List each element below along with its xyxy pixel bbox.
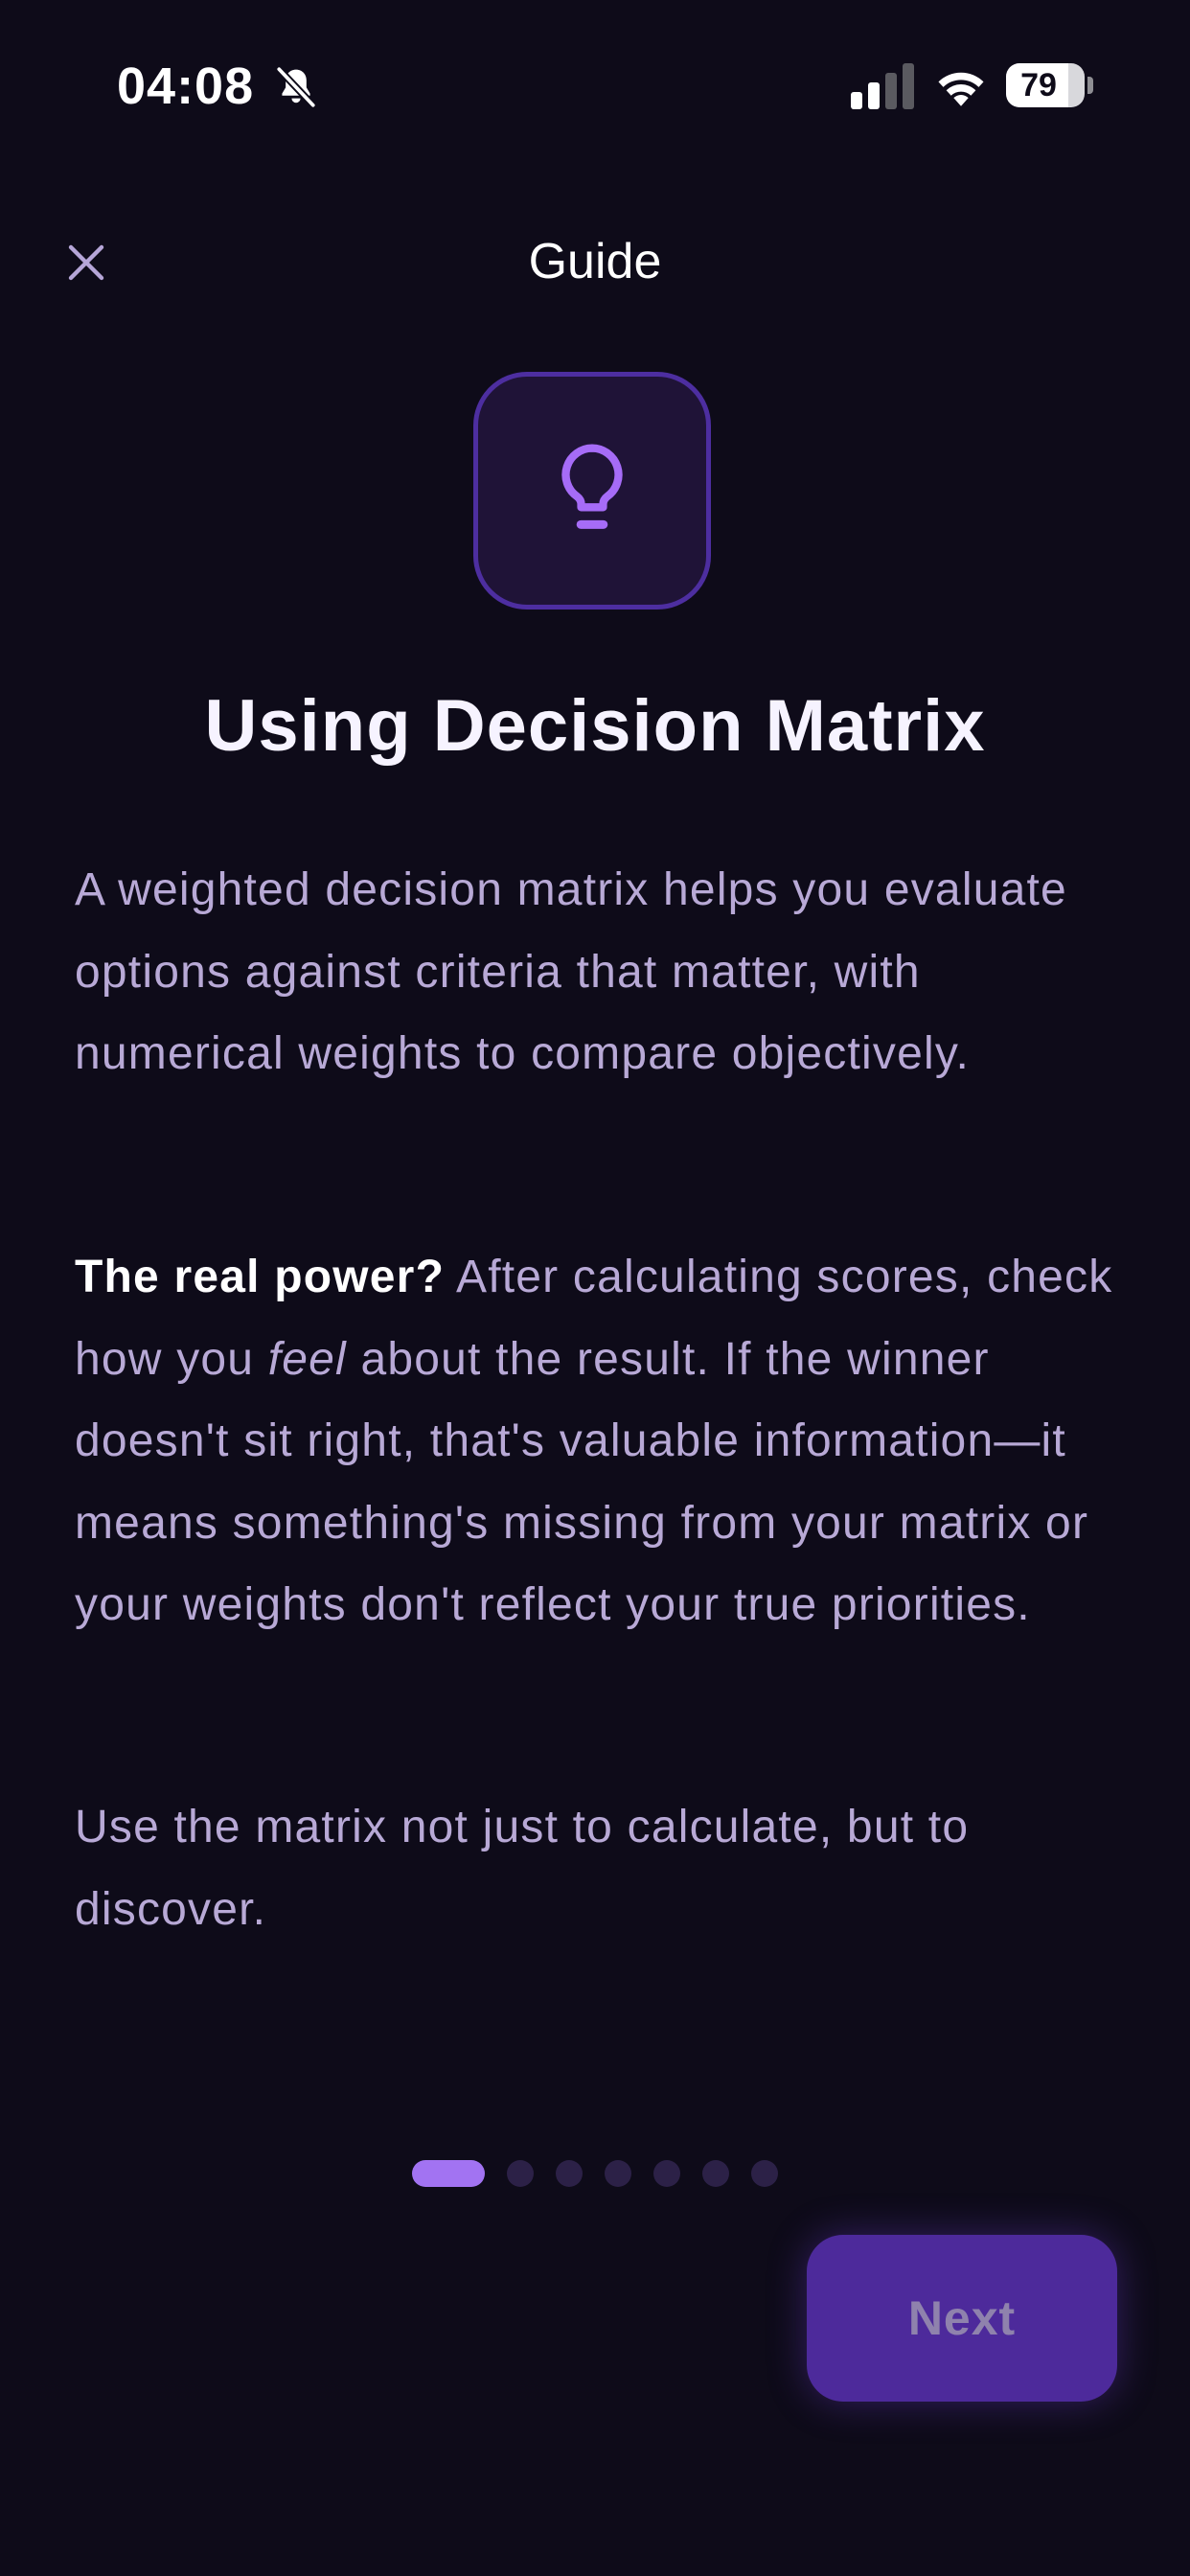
next-button[interactable]: Next: [807, 2235, 1117, 2402]
discover-paragraph: Use the matrix not just to calculate, bu…: [75, 1802, 970, 1935]
hero-icon-box: [473, 372, 711, 610]
status-time: 04:08: [117, 58, 255, 115]
power-paragraph: The real power? After calculating scores…: [75, 1236, 1119, 1646]
page-dot[interactable]: [702, 2160, 729, 2187]
battery-icon: 79: [1006, 63, 1085, 107]
page-indicator: [412, 2160, 778, 2187]
page-title: Using Decision Matrix: [204, 685, 986, 767]
page-dot[interactable]: [751, 2160, 778, 2187]
battery-level: 79: [1020, 67, 1057, 104]
status-bar: 04:08 79: [0, 0, 1190, 172]
header-title: Guide: [528, 234, 662, 289]
cellular-signal-icon: [851, 63, 914, 109]
battery-cap: [1087, 77, 1093, 94]
page-dot[interactable]: [653, 2160, 680, 2187]
power-emphasis: feel: [267, 1333, 347, 1385]
wifi-icon: [938, 72, 984, 106]
power-lead: The real power?: [75, 1252, 446, 1302]
bell-slash-icon: [276, 66, 316, 108]
page-dot[interactable]: [556, 2160, 583, 2187]
page-dot[interactable]: [507, 2160, 534, 2187]
lightbulb-icon: [561, 444, 623, 529]
intro-paragraph: A weighted decision matrix helps you eva…: [75, 864, 1067, 1079]
page-dot-active[interactable]: [412, 2160, 485, 2187]
page-dot[interactable]: [605, 2160, 631, 2187]
